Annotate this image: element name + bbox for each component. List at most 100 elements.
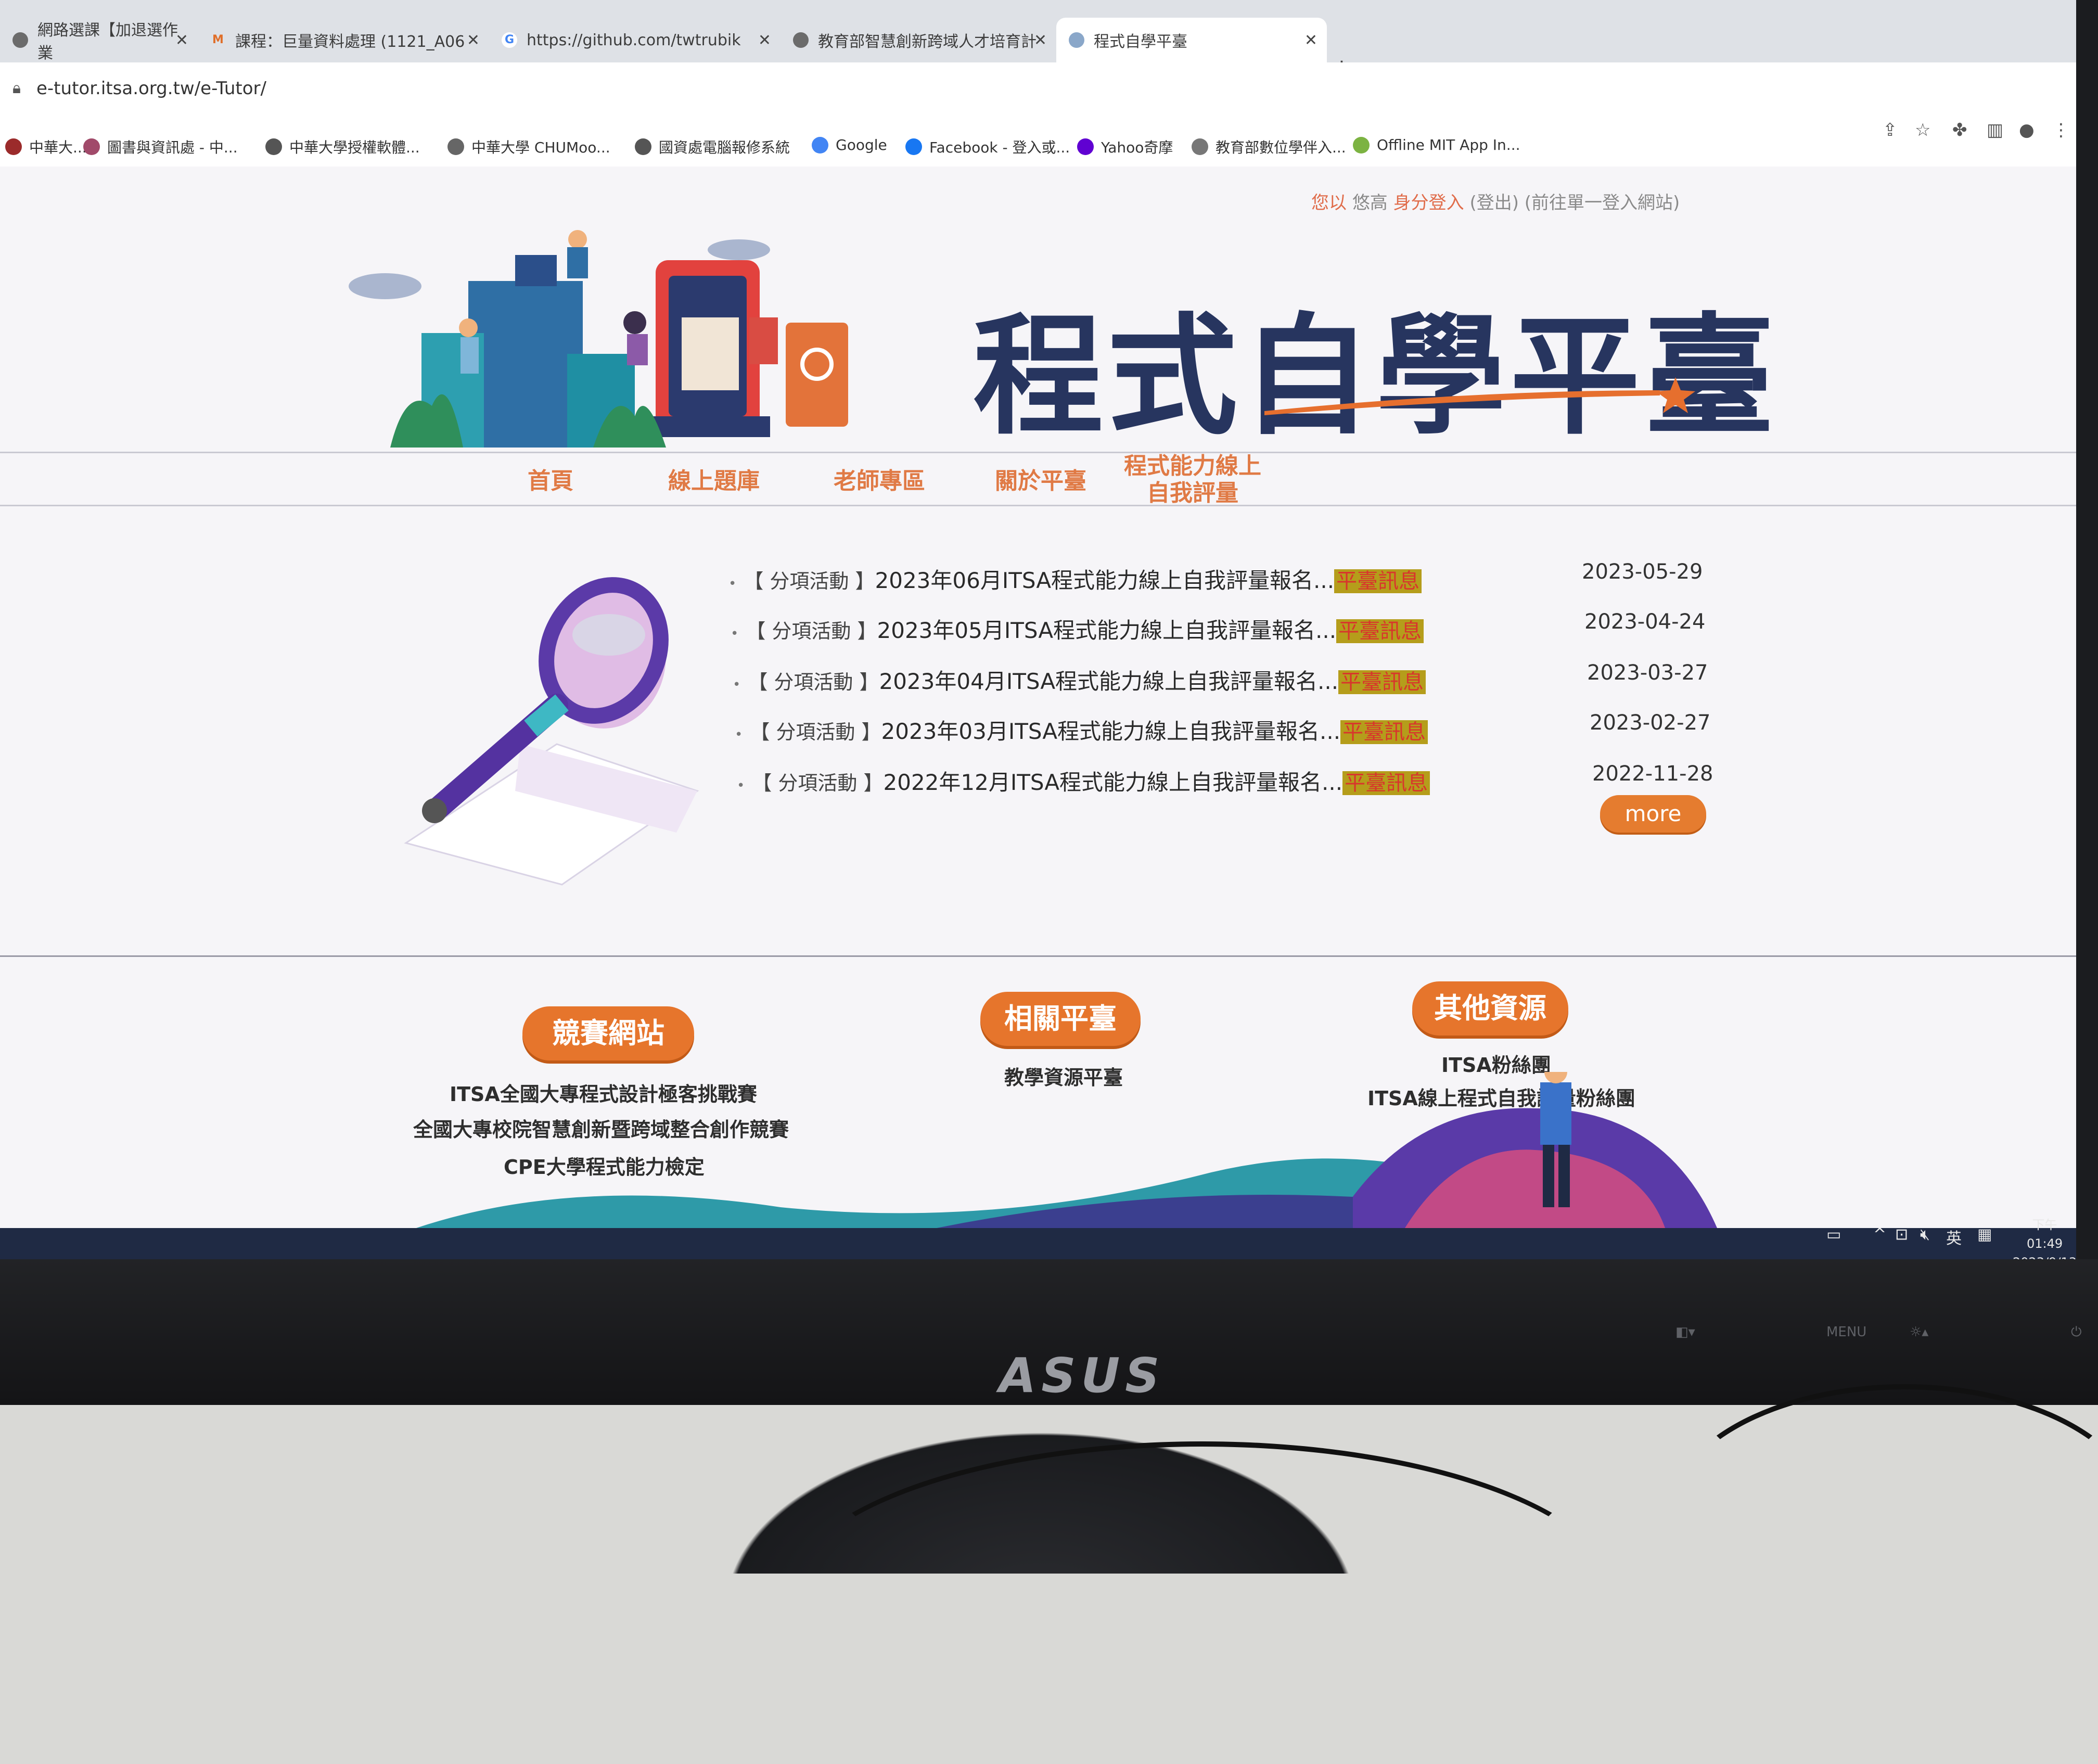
nav-about[interactable]: 關於平臺 [995,462,1086,495]
footer-rule [0,955,2076,957]
news-tag: 平臺訊息 [1342,771,1430,795]
nav-teacher-zone[interactable]: 老師專區 [834,462,925,495]
news-date: 2023-02-27 [1590,711,1711,735]
bookmark-item[interactable]: Google [812,136,887,154]
login-status: 您以 悠高 身分登入 (登出) (前往單一登入網站) [1311,188,1680,214]
bullet-icon: • [737,778,745,794]
bullet-icon: • [728,576,737,592]
news-item[interactable]: • 【 分項活動 】2023年06月ITSA程式能力線上自我評量報名... 平臺訊息 [728,563,1422,595]
system-tray-bar [0,1228,2076,1259]
power-icon[interactable]: ⏻ [2071,1324,2082,1340]
ime-icon[interactable]: ▦ [1977,1225,1992,1244]
bookmark-icon [635,138,651,155]
news-date: 2023-04-24 [1584,610,1706,634]
bookmark-label: Google [836,136,887,154]
extensions-icon[interactable]: ✤ [1952,120,1967,140]
nav-self-assessment-line1: 程式能力線上 [1124,453,1261,479]
network-icon[interactable]: ⊡ [1895,1225,1908,1244]
news-tag: 平臺訊息 [1338,670,1426,694]
volume-muted-icon[interactable]: 🔇︎ [1920,1225,1930,1244]
menu-icon[interactable]: ⋮ [2052,120,2070,140]
tab-title: 教育部智慧創新跨域人才培育計 [818,33,1037,51]
bookmark-item[interactable]: Yahoo奇摩 [1077,136,1173,157]
tab-etutor[interactable]: 程式自學平臺 ✕ [1056,18,1327,62]
profile-icon[interactable]: ● [2019,120,2035,140]
more-button[interactable]: more [1600,795,1706,833]
related-heading: 相關平臺 [980,992,1141,1046]
monitor: 網路選課【加退選作業 ✕ M 課程：巨量資料處理 (1121_A06 ✕ G h… [0,0,2098,1405]
news-item[interactable]: • 【 分項活動 】2023年05月ITSA程式能力線上自我評量報名... 平臺訊息 [731,613,1424,645]
news-item[interactable]: • 【 分項活動 】2022年12月ITSA程式能力線上自我評量報名... 平臺訊息 [737,765,1430,797]
login-role: 身分登入 [1393,193,1464,213]
osd-brightness-icon[interactable]: ☼▴ [1910,1324,1928,1340]
monitor-brand-logo: ASUS [999,1348,1165,1403]
bookmark-item[interactable]: Offline MIT App In... [1353,136,1520,154]
news-title: 2023年03月ITSA程式能力線上自我評量報名... [881,719,1341,744]
close-icon[interactable]: ✕ [758,31,771,49]
bookmark-icon [905,138,922,155]
news-title: 2023年04月ITSA程式能力線上自我評量報名... [879,669,1339,694]
google-icon: G [502,32,517,48]
bookmark-item[interactable]: 圖書與資訊處 - 中... [83,136,238,157]
bookmark-label: 中華大... [29,139,87,156]
bookmark-item[interactable]: 國資處電腦報修系統 [635,136,790,157]
tab-moe-project[interactable]: 教育部智慧創新跨域人才培育計 ✕ [781,18,1056,62]
bookmark-icon [1077,138,1094,155]
news-item[interactable]: • 【 分項活動 】2023年03月ITSA程式能力線上自我評量報名... 平臺訊息 [735,714,1428,746]
login-name: 悠高 [1352,193,1388,213]
osd-menu-button[interactable]: MENU [1826,1324,1866,1340]
bookmark-item[interactable]: 中華大學授權軟體... [265,136,420,157]
news-category: 【 分項活動 】 [752,772,884,795]
share-icon[interactable]: ⇪ [1883,120,1898,140]
tab-big-data-course[interactable]: M 課程：巨量資料處理 (1121_A06 ✕ [198,18,489,62]
news-item[interactable]: • 【 分項活動 】2023年04月ITSA程式能力線上自我評量報名... 平臺訊息 [733,664,1426,696]
nav-bottom-rule [0,505,2076,506]
screen: 網路選課【加退選作業 ✕ M 課程：巨量資料處理 (1121_A06 ✕ G h… [0,0,2076,1259]
bookmark-item[interactable]: 中華大... [5,136,87,157]
bookmark-item[interactable]: 教育部數位學伴入... [1192,136,1346,157]
close-icon[interactable]: ✕ [1034,31,1047,49]
news-category: 【 分項活動 】 [750,721,881,744]
osd-input-icon[interactable]: ◧▾ [1675,1324,1695,1340]
moodle-icon: M [212,33,224,46]
footer-hills-illustration [416,1072,1717,1228]
globe-icon [793,32,809,48]
nav-question-bank[interactable]: 線上題庫 [668,462,760,495]
nav-self-assessment[interactable]: 程式能力線上 自我評量 [1124,453,1261,507]
notification-icon[interactable]: ▭ [1826,1225,1841,1244]
nav-self-assessment-line2: 自我評量 [1147,480,1238,506]
close-icon[interactable]: ✕ [467,31,480,49]
bookmark-icon [447,138,464,155]
logout-link[interactable]: (登出) [1469,193,1519,213]
clock-time: 下午 01:49 [2026,1218,2063,1251]
star-icon[interactable]: ☆ [1915,120,1930,140]
address-bar [0,62,2076,120]
nav-home[interactable]: 首頁 [528,462,573,495]
sso-link[interactable]: (前往單一登入網站) [1525,193,1680,213]
sidepanel-icon[interactable]: ▥ [1987,120,2003,140]
news-title: 2023年05月ITSA程式能力線上自我評量報名... [877,618,1337,643]
clock-date: 2023/9/13 [2013,1253,2076,1259]
tab-title: https://github.com/twtrubik [527,31,741,49]
tab-course-selection[interactable]: 網路選課【加退選作業 ✕ [0,18,198,62]
url-input[interactable]: e-tutor.itsa.org.tw/e-Tutor/ [36,78,266,99]
news-category: 【 分項活動 】 [744,570,875,593]
bookmark-label: Offline MIT App In... [1377,136,1520,154]
chevron-up-icon[interactable]: ^ [1873,1225,1886,1244]
bookmark-item[interactable]: Facebook - 登入或... [905,136,1070,157]
bookmark-icon [1353,136,1370,154]
other-heading: 其他資源 [1412,981,1568,1036]
globe-icon [12,32,28,48]
nav-top-rule [0,452,2076,453]
lock-icon[interactable]: 🔒︎ [12,79,21,97]
close-icon[interactable]: ✕ [1304,31,1317,49]
clock[interactable]: 下午 01:49 2023/9/13 [2013,1216,2076,1259]
close-icon[interactable]: ✕ [175,31,188,49]
cable [1665,1384,2098,1655]
tab-github[interactable]: G https://github.com/twtrubik ✕ [489,18,781,62]
input-language[interactable]: 英 [1946,1225,1962,1248]
bookmark-label: Facebook - 登入或... [929,139,1070,156]
bookmark-item[interactable]: 中華大學 CHUMoo... [447,136,610,157]
news-date: 2023-05-29 [1582,560,1703,584]
bookmark-icon [1192,138,1208,155]
